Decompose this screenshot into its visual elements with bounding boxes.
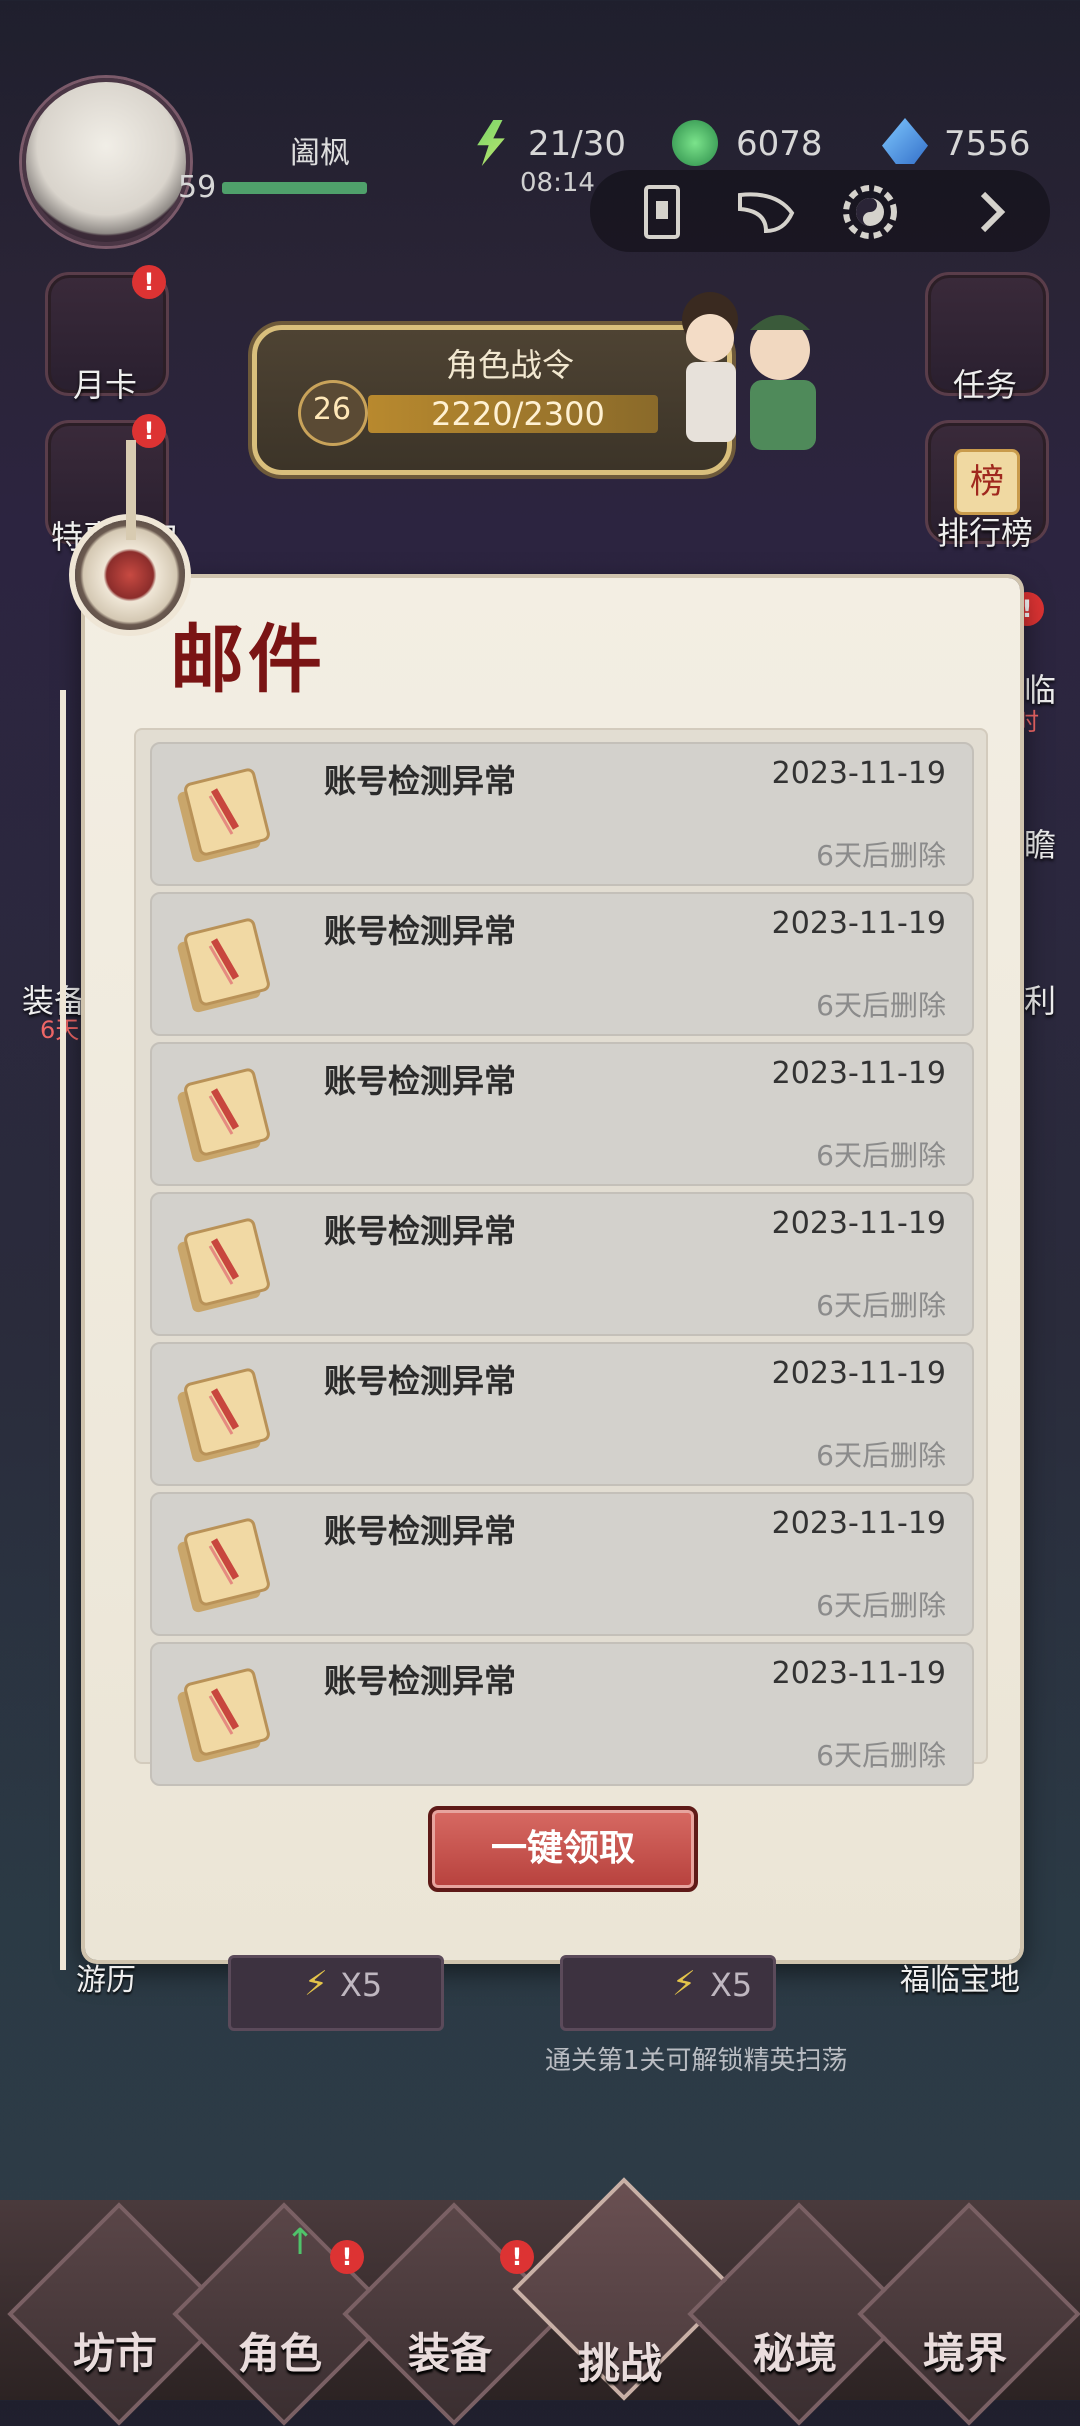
chevron-right-icon[interactable]	[960, 180, 1024, 244]
mail-title: 邮件	[170, 617, 326, 703]
mail-date: 2023-11-19	[771, 756, 946, 791]
notification-dot: !	[500, 2240, 534, 2274]
envelope-icon	[174, 1062, 274, 1166]
mail-subject: 账号检测异常	[324, 912, 517, 950]
elite-sweep-hint: 通关第1关可解锁精英扫荡	[545, 2046, 848, 2076]
task-label: 任务	[952, 366, 1017, 404]
mail-item[interactable]: 账号检测异常 2023-11-19 6天后删除	[150, 742, 974, 886]
mail-item[interactable]: 账号检测异常 2023-11-19 6天后删除	[150, 1492, 974, 1636]
player-name: 阖枫	[290, 136, 350, 171]
battle-pass-progress-text: 2220/2300	[431, 395, 605, 433]
mail-expiry: 6天后删除	[816, 989, 946, 1022]
mail-subject: 账号检测异常	[324, 1362, 517, 1400]
nav-challenge-label: 挑战	[577, 2339, 662, 2388]
mail-subject: 账号检测异常	[324, 762, 517, 800]
envelope-icon	[174, 912, 274, 1016]
mail-date: 2023-11-19	[771, 906, 946, 941]
mail-subject: 账号检测异常	[324, 1062, 517, 1100]
travel-label: 游历	[76, 1963, 136, 1998]
mail-expiry: 6天后删除	[816, 1739, 946, 1772]
stamina-timer: 08:14	[520, 168, 595, 198]
monthly-card-label: 月卡	[72, 366, 137, 404]
mail-date: 2023-11-19	[771, 1056, 946, 1091]
ink-value: 7556	[944, 124, 1031, 164]
mail-expiry: 6天后删除	[816, 1139, 946, 1172]
claim-all-button[interactable]: 一键领取	[428, 1806, 698, 1892]
mail-expiry: 6天后删除	[816, 1289, 946, 1322]
mail-subject: 账号检测异常	[324, 1662, 517, 1700]
welfare-label: 利	[1023, 982, 1056, 1020]
stamina-value: 21/30	[528, 124, 626, 164]
notification-dot: !	[132, 414, 166, 448]
envelope-icon	[174, 1362, 274, 1466]
nav-character-label: 角色	[237, 2329, 322, 2378]
mail-item[interactable]: 账号检测异常 2023-11-19 6天后删除	[150, 892, 974, 1036]
yin-yang-gear-icon[interactable]	[838, 180, 902, 244]
sweep-cost-left: X5	[340, 1966, 383, 2004]
notification-dot: !	[330, 2240, 364, 2274]
mail-date: 2023-11-19	[771, 1506, 946, 1541]
mail-date: 2023-11-19	[771, 1206, 946, 1241]
stamina-icon	[477, 120, 505, 166]
ranking-badge: 榜	[954, 449, 1020, 515]
envelope-icon	[174, 1662, 274, 1766]
blessed-land-label: 福临宝地	[900, 1963, 1020, 1998]
envelope-icon	[174, 1512, 274, 1616]
sweep-card-left[interactable]	[228, 1955, 444, 2031]
scroll-icon[interactable]	[630, 180, 694, 244]
mail-expiry: 6天后删除	[816, 1589, 946, 1622]
player-level: 59	[178, 170, 217, 205]
battle-pass-title: 角色战令	[445, 346, 574, 384]
mail-expiry: 6天后删除	[816, 839, 946, 872]
lightning-icon: ⚡	[672, 1964, 696, 2004]
mail-subject: 账号检测异常	[324, 1212, 517, 1250]
nav-realm-label: 境界	[922, 2329, 1007, 2378]
horn-icon[interactable]	[734, 180, 798, 244]
player-avatar[interactable]	[22, 78, 190, 246]
mail-item[interactable]: 账号检测异常 2023-11-19 6天后删除	[150, 1342, 974, 1486]
jade-icon	[672, 120, 718, 166]
envelope-icon	[174, 762, 274, 866]
mail-date: 2023-11-19	[771, 1356, 946, 1391]
nav-secret-realm-label: 秘境	[752, 2329, 837, 2378]
mail-subject: 账号检测异常	[324, 1512, 517, 1550]
exp-bar-fill	[222, 182, 367, 194]
battle-pass-characters	[650, 280, 840, 460]
sweep-cost-right: X5	[710, 1966, 753, 2004]
nav-equipment-label: 装备	[407, 2329, 492, 2378]
emblem-pole	[126, 440, 136, 540]
ranking-label: 排行榜	[936, 514, 1033, 552]
nav-market-label: 坊市	[72, 2329, 157, 2378]
envelope-icon	[174, 1212, 274, 1316]
lightning-icon: ⚡	[304, 1964, 328, 2004]
notification-dot: !	[132, 265, 166, 299]
gaze-label: 瞻	[1023, 826, 1056, 864]
ink-icon	[882, 118, 928, 164]
mail-item[interactable]: 账号检测异常 2023-11-19 6天后删除	[150, 1642, 974, 1786]
mail-date: 2023-11-19	[771, 1656, 946, 1691]
mail-expiry: 6天后删除	[816, 1439, 946, 1472]
mail-item[interactable]: 账号检测异常 2023-11-19 6天后删除	[150, 1042, 974, 1186]
mail-item[interactable]: 账号检测异常 2023-11-19 6天后删除	[150, 1192, 974, 1336]
jade-value: 6078	[736, 124, 823, 164]
battle-pass-level: 26	[312, 392, 352, 427]
panel-edge-line	[60, 690, 66, 1970]
upgrade-arrow-icon: ↑	[285, 2222, 316, 2263]
